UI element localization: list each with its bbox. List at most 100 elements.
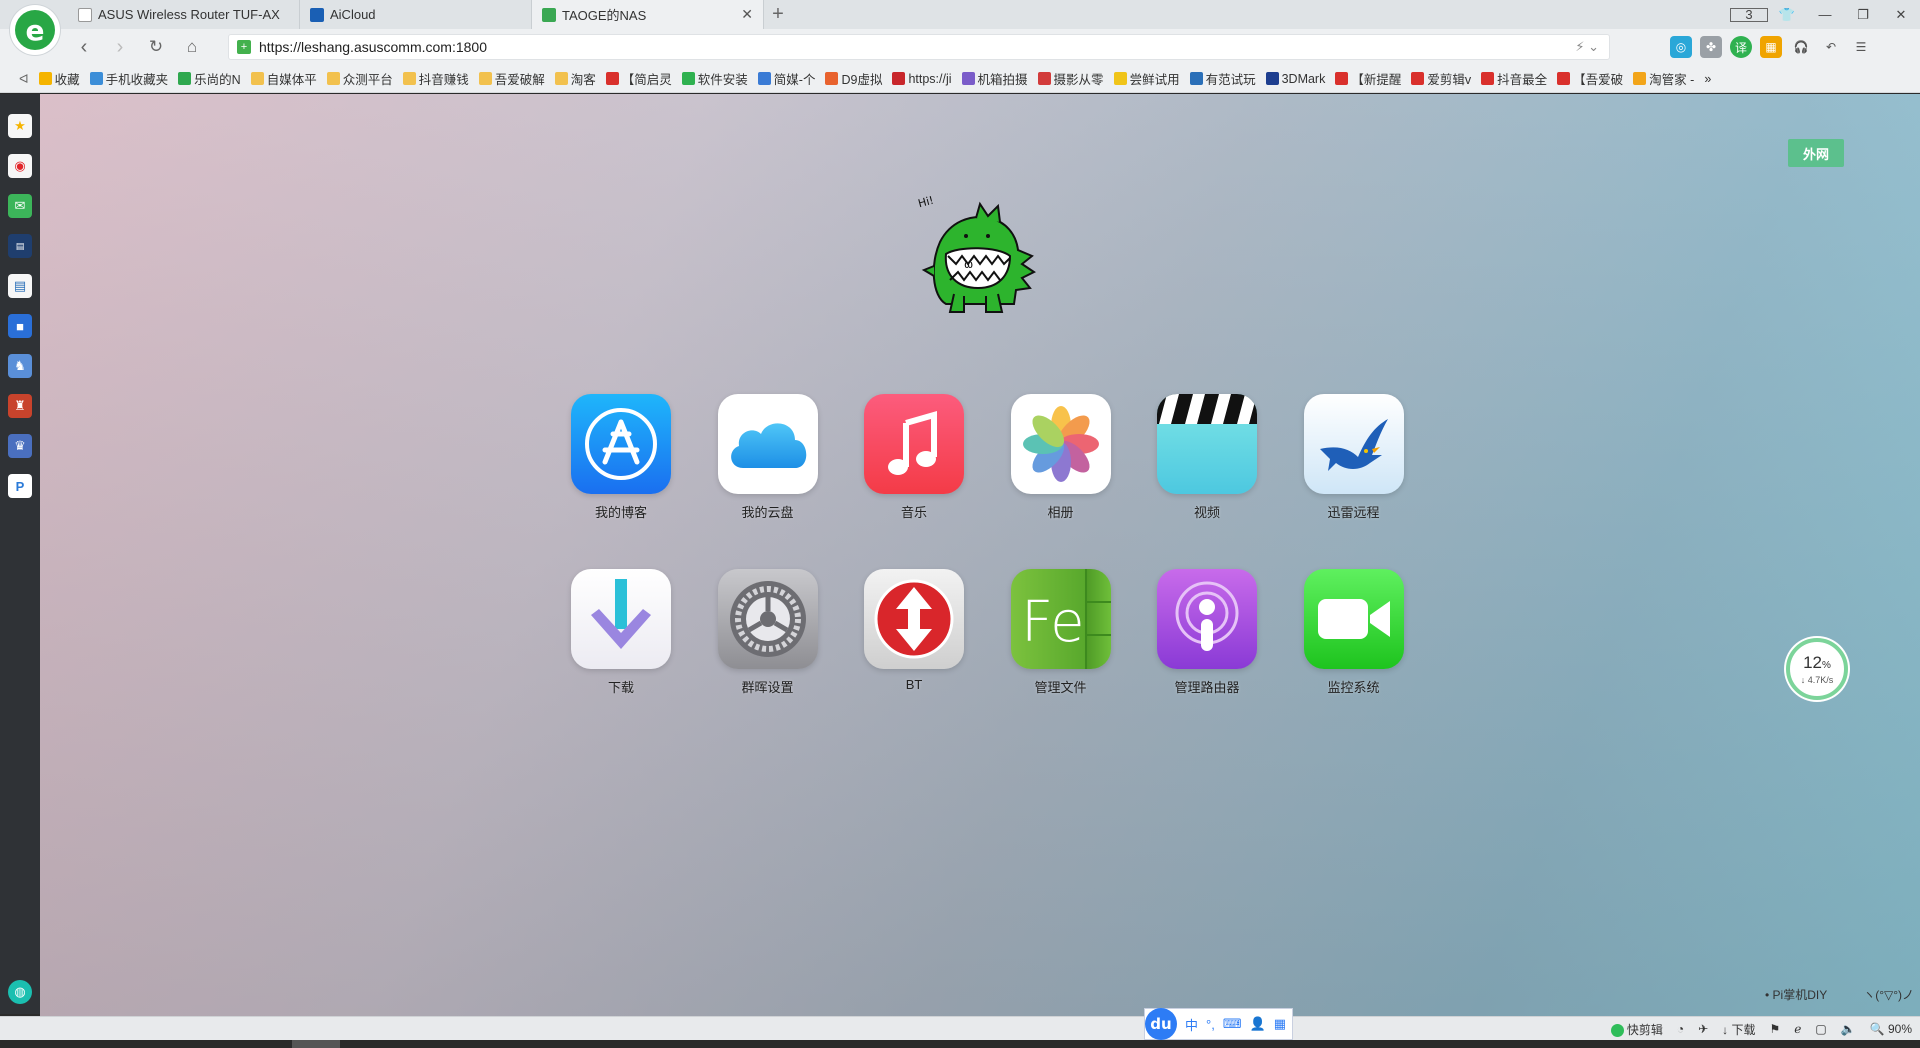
tab-taoge-nas[interactable]: TAOGE的NAS ✕ [532,0,764,29]
home-icon[interactable]: ⌂ [176,37,208,57]
bookmark-item[interactable]: 3DMark [1261,65,1331,92]
headphones-icon[interactable]: 🎧 [1790,36,1812,58]
bookmark-icon [89,72,103,85]
news-icon[interactable]: ▤ [8,234,32,258]
keyboard-icon[interactable]: ⌨ [1223,1016,1242,1032]
bookmark-label: 众测平台 [342,73,393,87]
minimize-button[interactable]: — [1806,7,1844,22]
bookmark-item[interactable]: 众测平台 [322,65,398,92]
bookmark-item[interactable]: 自媒体平 [246,65,322,92]
bookmark-item[interactable]: 【新提醒 [1330,65,1406,92]
bookmark-item[interactable]: 抖音赚钱 [398,65,474,92]
bookmark-item[interactable]: 尝鲜试用 [1109,65,1185,92]
app-label: 管理文件 [1034,680,1087,695]
bookmark-item[interactable]: 抖音最全 [1476,65,1552,92]
bookmarks-toggle-icon[interactable]: ᐊ [14,65,34,92]
bookmark-item[interactable]: D9虚拟 [820,65,887,92]
ime-language-toggle[interactable]: 中 [1185,1015,1198,1034]
tab-asus-router[interactable]: ASUS Wireless Router TUF-AX [68,0,300,29]
chat-icon[interactable]: ■ [8,314,32,338]
app-monitoring[interactable]: 监控系统 [1281,569,1427,696]
bookmark-item[interactable]: 淘管家 - [1628,65,1699,92]
apps-grid-icon[interactable]: ▦ [1760,36,1782,58]
bookmark-item[interactable]: 手机收藏夹 [85,65,174,92]
file-manager-icon: Fe [1010,569,1111,669]
tab-aicloud[interactable]: AiCloud [300,0,532,29]
weibo-icon[interactable]: ◉ [8,154,32,178]
bookmark-item[interactable]: 有范试玩 [1185,65,1261,92]
network-speed-widget[interactable]: 12% ↓ 4.7K/s [1786,638,1848,700]
app-label: BT [905,677,923,692]
bookmark-item[interactable]: 软件安装 [677,65,753,92]
nav-bar: ‹ › ↻ ⌂ + ⚡ ⌄ ◎ ✤ 译 ▦ 🎧 ↶ ☰ [0,29,1920,65]
pay-icon[interactable]: P [8,474,32,498]
bookmarks-more-button[interactable]: » [1699,65,1716,92]
app-download[interactable]: 下载 [548,569,694,696]
app-video[interactable]: 视频 [1134,394,1280,521]
grid-menu-icon[interactable]: ▦ [1274,1016,1286,1032]
download-status-button[interactable]: ↓ 下载 [1722,1021,1755,1038]
document-icon[interactable]: ▤ [8,274,32,298]
translate-icon[interactable]: 译 [1730,36,1752,58]
app-my-blog[interactable]: 我的博客 [548,394,694,521]
bookmark-item[interactable]: 吾爱破解 [474,65,550,92]
menu-icon[interactable]: ☰ [1850,36,1872,58]
bookmark-item[interactable]: 简媒-个 [753,65,821,92]
game-three-icon[interactable]: ♛ [8,434,32,458]
speedometer-icon[interactable]: ◔ [1677,1022,1684,1036]
punctuation-icon[interactable]: °, [1206,1017,1215,1032]
clover-icon[interactable]: ✤ [1700,36,1722,58]
speaker-icon[interactable]: 🔈 [1841,1022,1856,1036]
app-xunlei-remote[interactable]: 迅雷远程 [1281,394,1427,521]
bookmark-item[interactable]: 收藏 [34,65,85,92]
bookmark-item[interactable]: 摄影从零 [1033,65,1109,92]
mail-icon[interactable]: ✉ [8,194,32,218]
game-two-icon[interactable]: ♜ [8,394,32,418]
app-photos[interactable]: 相册 [988,394,1134,521]
app-music[interactable]: 音乐 [841,394,987,521]
undo-icon[interactable]: ↶ [1820,36,1842,58]
star-icon [38,72,52,85]
zoom-control[interactable]: 🔍 90% [1870,1022,1912,1036]
bookmark-item[interactable]: https://ji [887,65,956,92]
tab-count-button[interactable]: 3 [1730,7,1768,22]
app-label: 我的云盘 [741,505,794,520]
forward-icon[interactable]: › [104,36,136,59]
restore-button[interactable]: ❐ [1844,7,1882,23]
bookmark-item[interactable]: 爱剪辑v [1406,65,1476,92]
bookmark-item[interactable]: 【吾爱破 [1552,65,1628,92]
lightning-icon[interactable]: ⚡ ⌄ [1575,39,1599,55]
ie-icon[interactable]: ℯ [1794,1022,1801,1036]
back-icon[interactable]: ‹ [68,36,100,59]
globe-icon[interactable]: ◍ [8,980,32,1004]
favorites-star-icon[interactable]: ★ [8,114,32,138]
bookmark-item[interactable]: 机箱拍摄 [957,65,1033,92]
taskbar-item[interactable] [292,1040,340,1048]
baidu-ime-logo-icon[interactable]: du [1145,1008,1177,1040]
url-input[interactable] [259,39,559,55]
shirt-skin-icon[interactable]: 👕 [1768,7,1806,23]
app-file-manager[interactable]: Fe 管理文件 [988,569,1134,696]
extension-icon[interactable]: ◎ [1670,36,1692,58]
bookmark-item[interactable]: 乐尚的N [173,65,246,92]
window-icon[interactable]: ▢ [1815,1022,1826,1036]
flag-icon[interactable]: ⚑ [1770,1022,1781,1036]
app-router-manager[interactable]: 管理路由器 [1134,569,1280,696]
bookmark-item[interactable]: 淘客 [550,65,601,92]
reload-icon[interactable]: ↻ [140,37,172,57]
app-bt[interactable]: BT [841,569,987,696]
bookmark-item[interactable]: 【简启灵 [601,65,677,92]
game-icon[interactable]: ♞ [8,354,32,378]
pin-icon[interactable]: ✈ [1698,1022,1708,1036]
browser-logo[interactable]: e [10,5,60,55]
user-icon[interactable]: 👤 [1250,1016,1266,1032]
close-window-button[interactable]: ✕ [1882,7,1920,23]
new-tab-button[interactable]: + [764,0,792,29]
close-tab-icon[interactable]: ✕ [741,6,753,23]
kuaijian-button[interactable]: 快剪辑 [1610,1021,1663,1038]
app-synology-settings[interactable]: 群晖设置 [695,569,841,696]
bookmark-label: 尝鲜试用 [1129,73,1180,87]
address-bar[interactable]: + ⚡ ⌄ [228,34,1610,60]
outer-net-button[interactable]: 外网 [1788,139,1844,167]
app-my-cloud[interactable]: 我的云盘 [695,394,841,521]
